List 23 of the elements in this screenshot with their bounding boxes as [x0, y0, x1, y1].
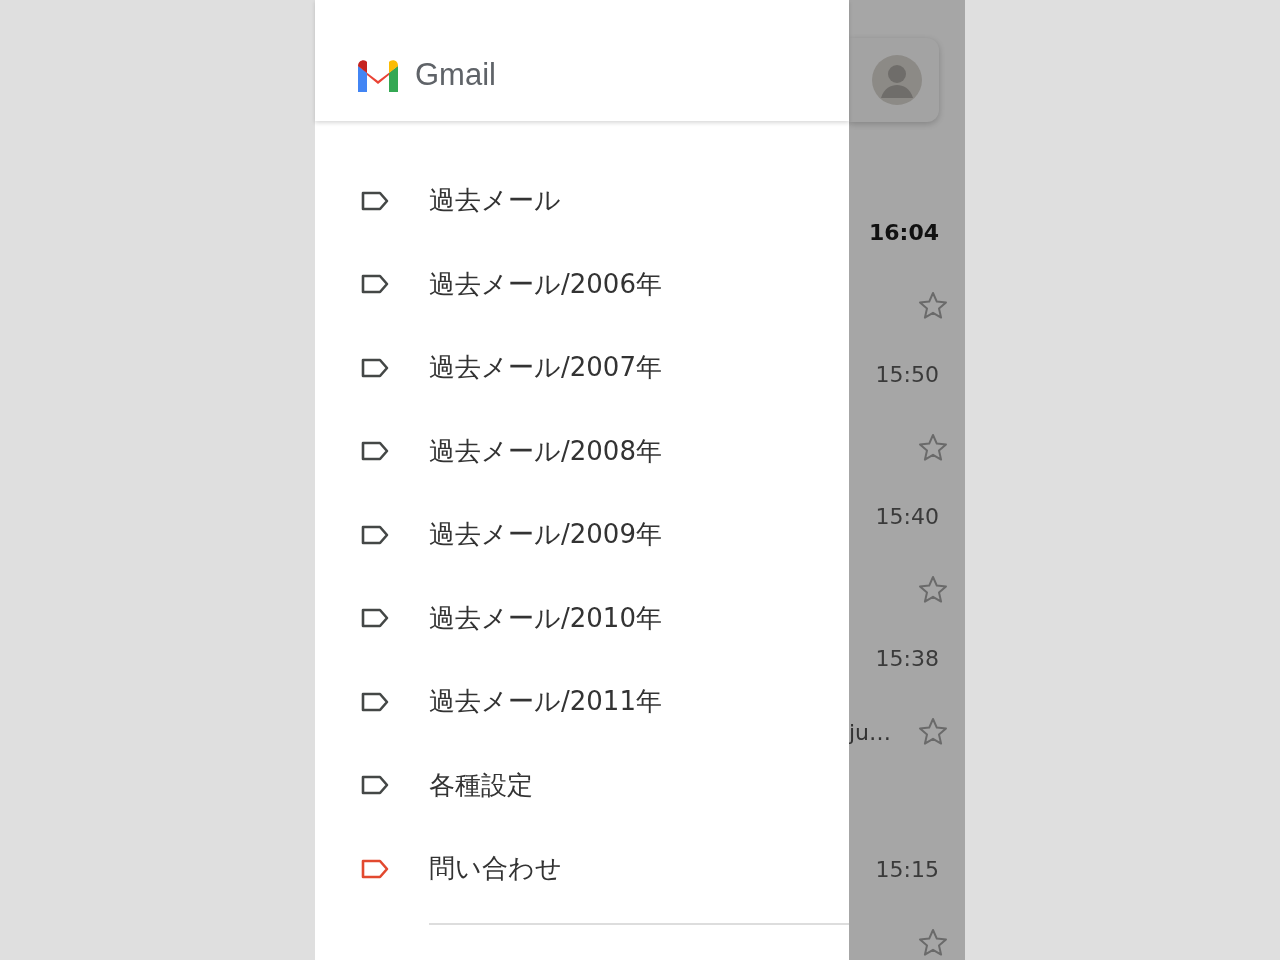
message-time: 16:04: [868, 219, 939, 247]
star-icon[interactable]: [917, 927, 949, 959]
star-icon[interactable]: [917, 716, 949, 748]
label-item[interactable]: 過去メール/2011年: [315, 660, 849, 744]
message-time: 15:15: [875, 856, 939, 884]
star-icon[interactable]: [917, 432, 949, 464]
label-item[interactable]: 過去メール: [315, 159, 849, 243]
app-name: Gmail: [415, 56, 496, 93]
label-item[interactable]: 過去メール/2008年: [315, 409, 849, 493]
message-time: 15:50: [875, 361, 939, 389]
label-item[interactable]: 各種設定: [315, 743, 849, 827]
label-item[interactable]: 過去メール/2010年: [315, 576, 849, 660]
label-item[interactable]: 問い合わせ: [315, 827, 849, 911]
avatar[interactable]: [871, 54, 923, 106]
gmail-logo-icon: [355, 57, 401, 92]
star-icon[interactable]: [917, 290, 949, 322]
label-item[interactable]: 過去メール/2009年: [315, 493, 849, 577]
message-time: 15:38: [875, 645, 939, 673]
message-snippet: ju…: [849, 719, 892, 745]
label-item[interactable]: 過去メール/2006年: [315, 242, 849, 326]
message-time: 15:40: [875, 503, 939, 531]
label-item[interactable]: 過去メール/2007年: [315, 326, 849, 410]
star-icon[interactable]: [917, 574, 949, 606]
